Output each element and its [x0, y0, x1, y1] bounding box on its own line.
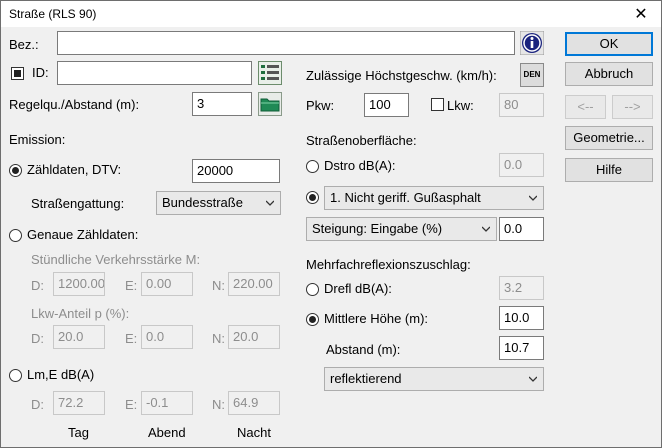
pkw-label: Pkw: — [306, 98, 335, 113]
p-d-input[interactable]: 20.0 — [53, 325, 105, 349]
window-title: Straße (RLS 90) — [9, 7, 97, 21]
p-n-label: N: — [212, 331, 225, 346]
m-e-input[interactable]: 0.00 — [141, 272, 193, 296]
strassengattung-label: Straßengattung: — [31, 196, 125, 211]
chevron-down-icon — [529, 195, 537, 201]
lme-e-input[interactable]: -0.1 — [141, 391, 193, 415]
bez-input[interactable] — [57, 31, 515, 55]
prev-button[interactable]: <-- — [565, 95, 606, 119]
drefl-label: Drefl dB(A): — [324, 281, 392, 296]
m-n-input[interactable]: 220.00 — [228, 272, 280, 296]
reflection-type-select[interactable]: reflektierend — [324, 367, 544, 391]
lme-d-label: D: — [31, 397, 44, 412]
genaue-label: Genaue Zähldaten: — [27, 227, 139, 242]
m-n-label: N: — [212, 278, 225, 293]
steigung-select[interactable]: Steigung: Eingabe (%) — [306, 217, 497, 241]
lme-n-label: N: — [212, 397, 225, 412]
regelqu-label: Regelqu./Abstand (m): — [9, 97, 140, 112]
drefl-radio[interactable] — [306, 283, 319, 296]
title-bar: Straße (RLS 90) ✕ — [1, 1, 661, 27]
lkw-anteil-label: Lkw-Anteil p (%): — [31, 306, 130, 321]
hoehe-label: Mittlere Höhe (m): — [324, 311, 429, 326]
surface-type-select[interactable]: 1. Nicht geriff. Gußasphalt — [324, 186, 544, 210]
den-icon[interactable]: DEN — [520, 63, 544, 87]
lkw-label: Lkw: — [447, 98, 474, 113]
close-icon[interactable]: ✕ — [631, 4, 651, 24]
m-d-input[interactable]: 1200.00 — [53, 272, 105, 296]
chevron-down-icon — [266, 200, 274, 206]
p-d-label: D: — [31, 331, 44, 346]
zaehldaten-label: Zähldaten, DTV: — [27, 162, 122, 177]
abstand-label: Abstand (m): — [326, 342, 401, 357]
strassengattung-select[interactable]: Bundesstraße — [156, 191, 281, 215]
reflection-type-value: reflektierend — [330, 371, 402, 386]
m-d-label: D: — [31, 278, 44, 293]
p-n-input[interactable]: 20.0 — [228, 325, 280, 349]
dstro-input[interactable]: 0.0 — [499, 153, 544, 177]
dialog-window: Straße (RLS 90) ✕ Bez.: ID: Regelqu./Abs… — [0, 0, 662, 448]
ok-button[interactable]: OK — [565, 32, 653, 56]
lme-label: Lm,E dB(A) — [27, 367, 95, 382]
strassengattung-value: Bundesstraße — [162, 195, 243, 210]
next-button[interactable]: --> — [612, 95, 653, 119]
hoehe-radio[interactable] — [306, 313, 319, 326]
m-e-label: E: — [125, 278, 138, 293]
lkw-input[interactable]: 80 — [499, 93, 544, 117]
geometry-button[interactable]: Geometrie... — [565, 126, 653, 150]
period-nacht: Nacht — [237, 425, 271, 440]
genaue-radio[interactable] — [9, 229, 22, 242]
steigung-input[interactable]: 0.0 — [499, 217, 544, 241]
drefl-input[interactable]: 3.2 — [499, 276, 544, 300]
abstand-input[interactable]: 10.7 — [499, 336, 544, 360]
lme-n-input[interactable]: 64.9 — [228, 391, 280, 415]
id-input[interactable] — [57, 61, 252, 85]
folder-icon[interactable] — [258, 92, 282, 116]
emission-label: Emission: — [9, 132, 66, 147]
bez-label: Bez.: — [9, 37, 39, 52]
info-icon[interactable] — [520, 31, 544, 55]
surface-type-value: 1. Nicht geriff. Gußasphalt — [330, 190, 481, 205]
lme-d-input[interactable]: 72.2 — [53, 391, 105, 415]
period-abend: Abend — [148, 425, 186, 440]
chevron-down-icon — [529, 376, 537, 382]
dtv-input[interactable]: 20000 — [192, 159, 280, 183]
id-label: ID: — [32, 65, 49, 80]
help-button[interactable]: Hilfe — [565, 158, 653, 182]
speed-label: Zulässige Höchstgeschw. (km/h): — [306, 68, 497, 83]
reflection-label: Mehrfachreflexionszuschlag: — [306, 257, 471, 272]
surface-label: Straßenoberfläche: — [306, 133, 417, 148]
zaehldaten-radio[interactable] — [9, 164, 22, 177]
chevron-down-icon — [482, 226, 490, 232]
dstro-radio[interactable] — [306, 160, 319, 173]
id-checkbox[interactable] — [11, 67, 24, 80]
steigung-value: Steigung: Eingabe (%) — [312, 221, 443, 236]
p-e-label: E: — [125, 331, 138, 346]
list-icon[interactable] — [258, 61, 282, 85]
lme-e-label: E: — [125, 397, 138, 412]
period-tag: Tag — [68, 425, 89, 440]
p-e-input[interactable]: 0.0 — [141, 325, 193, 349]
lme-radio[interactable] — [9, 369, 22, 382]
regelqu-input[interactable]: 3 — [192, 92, 252, 116]
surface-type-radio[interactable] — [306, 191, 319, 204]
dstro-label: Dstro dB(A): — [324, 158, 396, 173]
hoehe-input[interactable]: 10.0 — [499, 306, 544, 330]
cancel-button[interactable]: Abbruch — [565, 62, 653, 86]
stuendliche-label: Stündliche Verkehrsstärke M: — [31, 252, 201, 267]
pkw-input[interactable]: 100 — [364, 93, 409, 117]
lkw-checkbox[interactable] — [431, 98, 444, 111]
den-icon-text: DEN — [523, 70, 541, 79]
